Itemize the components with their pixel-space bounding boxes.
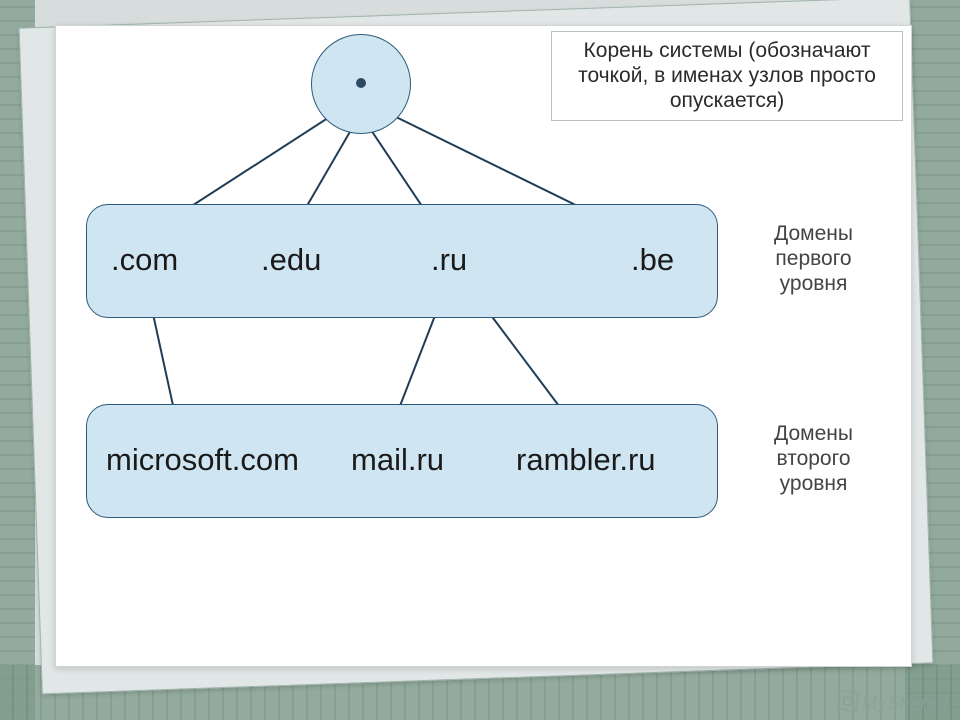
tld-edu: .edu (261, 242, 321, 278)
level1-caption: Домены первого уровня (746, 221, 881, 297)
sld-rambler: rambler.ru (516, 442, 656, 478)
tld-be: .be (631, 242, 674, 278)
slide-stage: Корень системы (обозначают точкой, в име… (0, 0, 960, 720)
root-dot-icon (356, 78, 366, 88)
watermark-icon (837, 690, 860, 713)
sld-mail: mail.ru (351, 442, 444, 478)
tld-com: .com (111, 242, 178, 278)
tld-ru: .ru (431, 242, 467, 278)
tree-connectors (56, 26, 911, 666)
watermark: MyShared (838, 691, 948, 714)
root-description: Корень системы (обозначают точкой, в име… (551, 31, 903, 121)
watermark-text: MyShared (862, 693, 948, 713)
main-card: Корень системы (обозначают точкой, в име… (55, 25, 912, 667)
tld-container (86, 204, 718, 318)
sld-microsoft: microsoft.com (106, 442, 299, 478)
level2-caption: Домены второго уровня (746, 421, 881, 497)
